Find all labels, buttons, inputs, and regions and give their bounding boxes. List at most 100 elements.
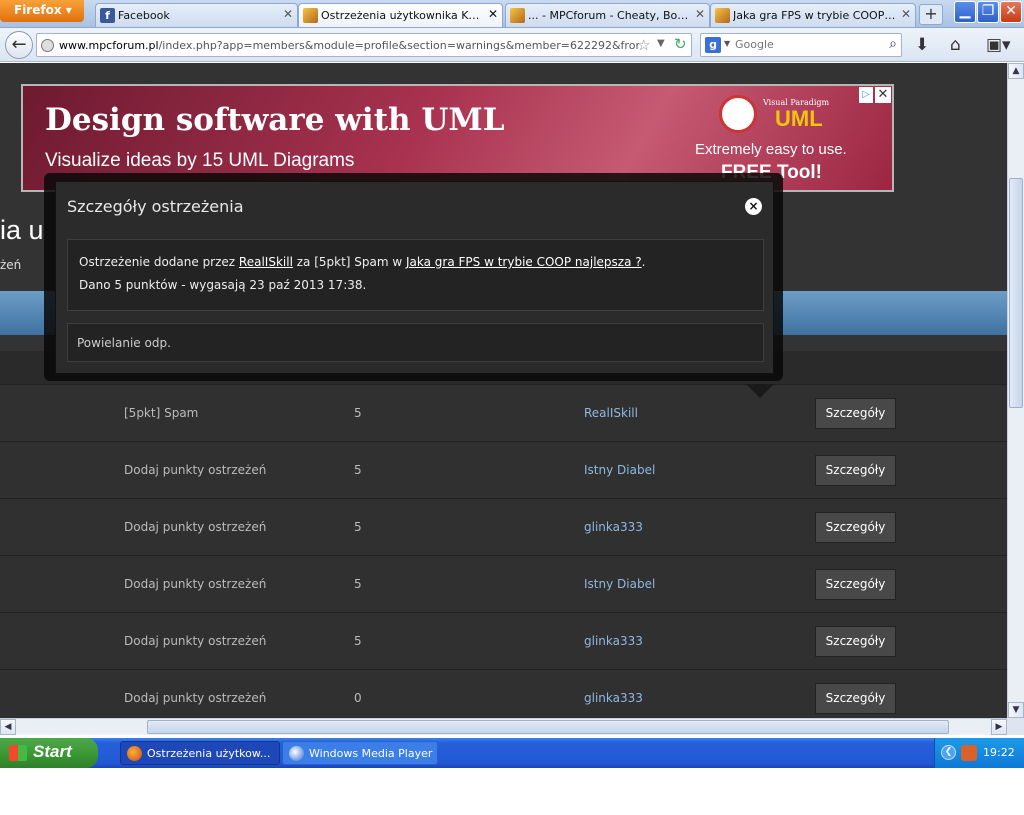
bookmark-star-icon[interactable]: ☆ [637, 36, 650, 54]
details-button[interactable]: Szczegóły [815, 398, 896, 429]
windows-taskbar: Start Ostrzeżenia użytkow... Windows Med… [0, 738, 1024, 768]
mpcforum-icon [715, 8, 730, 23]
modal-close-icon[interactable]: × [745, 198, 762, 215]
search-magnifier-icon[interactable]: ⌕ [889, 36, 897, 52]
details-button[interactable]: Szczegóły [815, 626, 896, 657]
search-bar: g ▼ ⌕ [700, 33, 902, 57]
search-engine-dropdown-icon[interactable]: ▼ [724, 39, 730, 48]
visual-paradigm-logo-icon [719, 95, 757, 133]
moderator-link[interactable]: Istny Diabel [584, 577, 655, 591]
mpcforum-icon [303, 8, 318, 23]
table-row: Dodaj punkty ostrzeżeń 5 glinka333 Szcze… [0, 613, 1007, 670]
warning-points: 5 [354, 406, 362, 420]
close-icon: ✕ [1005, 3, 1017, 19]
system-tray: ❮ 19:22 [934, 738, 1024, 768]
warning-details-modal: Szczegóły ostrzeżenia × Ostrzeżenie doda… [55, 181, 774, 374]
close-tab-icon[interactable]: ✕ [488, 7, 498, 21]
scroll-down-icon[interactable]: ▼ [1008, 702, 1024, 718]
firefox-menu-label: Firefox [14, 3, 62, 17]
close-tab-icon[interactable]: ✕ [695, 7, 705, 21]
warning-reason: Dodaj punkty ostrzeżeń [124, 463, 267, 477]
url-domain: www.mpcforum.pl [59, 39, 159, 52]
show-hidden-icons-chevron-icon[interactable]: ❮ [941, 745, 956, 760]
moderator-link[interactable]: Istny Diabel [584, 463, 655, 477]
details-button[interactable]: Szczegóły [815, 683, 896, 714]
maximize-button[interactable]: ❐ [977, 1, 999, 23]
summary-text: . [641, 255, 646, 269]
warning-points: 5 [354, 463, 362, 477]
close-tab-icon[interactable]: ✕ [283, 7, 293, 21]
warning-reason: Dodaj punkty ostrzeżeń [124, 691, 267, 705]
scroll-left-icon[interactable]: ◀ [0, 719, 16, 735]
ad-subtitle: Visualize ideas by 15 UML Diagrams [45, 150, 355, 171]
tray-app-icon[interactable] [961, 745, 977, 761]
warning-reason: Dodaj punkty ostrzeżeń [124, 634, 267, 648]
reload-icon[interactable]: ↻ [674, 35, 687, 53]
tab-facebook[interactable]: f Facebook ✕ [95, 3, 298, 27]
moderator-link[interactable]: glinka333 [584, 520, 643, 534]
home-icon[interactable]: ⌂ [950, 35, 961, 55]
tab-label: Facebook [118, 9, 170, 22]
media-player-icon [289, 746, 304, 761]
close-tab-icon[interactable]: ✕ [901, 7, 911, 21]
url-text[interactable]: www.mpcforum.pl/index.php?app=members&mo… [59, 39, 639, 52]
page-viewport: Design software with UML Visualize ideas… [0, 63, 1007, 718]
google-icon[interactable]: g [705, 37, 721, 53]
search-input[interactable] [735, 38, 875, 51]
horizontal-scrollbar[interactable]: ◀ ▶ [0, 718, 1007, 735]
details-button[interactable]: Szczegóły [815, 512, 896, 543]
url-history-dropdown-icon[interactable]: ▼ [657, 38, 665, 49]
warnings-table: [5pkt] Spam 5 RealISkill Szczegóły Dodaj… [0, 385, 1007, 718]
plus-icon: + [924, 4, 938, 23]
table-row: Dodaj punkty ostrzeżeń 5 Istny Diabel Sz… [0, 442, 1007, 499]
ad-choices-icon[interactable]: ▷ [859, 87, 873, 103]
warning-points: 0 [354, 691, 362, 705]
scroll-up-icon[interactable]: ▲ [1008, 63, 1024, 79]
firefox-menu-button[interactable]: Firefox ▾ [0, 0, 84, 22]
topic-link[interactable]: Jaka gra FPS w trybie COOP najlepsza ? [406, 255, 642, 269]
vertical-scrollbar[interactable]: ▲ ▼ [1007, 63, 1024, 718]
back-arrow-icon: ← [11, 34, 27, 55]
tab-label: Jaka gra FPS w trybie COOP naj... [733, 9, 897, 22]
issuer-link[interactable]: RealISkill [239, 255, 293, 269]
close-window-button[interactable]: ✕ [1000, 1, 1022, 23]
taskbar-item-media-player[interactable]: Windows Media Player [282, 741, 438, 765]
moderator-link[interactable]: glinka333 [584, 691, 643, 705]
start-button[interactable]: Start [0, 738, 98, 768]
clock[interactable]: 19:22 [983, 746, 1015, 759]
modal-title: Szczegóły ostrzeżenia [67, 197, 244, 216]
tab-warnings[interactable]: Ostrzeżenia użytkownika Kamda... ✕ [298, 3, 503, 27]
tab-mpcforum[interactable]: ... - MPCforum - Cheaty, Boty, ... ✕ [505, 3, 710, 27]
warning-reason: [5pkt] Spam [124, 406, 199, 420]
dropdown-arrow-icon: ▾ [65, 3, 72, 17]
back-button[interactable]: ← [5, 31, 33, 59]
ad-title: Design software with UML [45, 102, 505, 138]
bookmarks-menu-icon[interactable]: ▣▾ [986, 35, 1011, 55]
table-row: [5pkt] Spam 5 RealISkill Szczegóły [0, 385, 1007, 442]
start-label: Start [33, 742, 72, 761]
horizontal-scroll-thumb[interactable] [147, 720, 949, 734]
scroll-right-icon[interactable]: ▶ [991, 719, 1007, 735]
taskbar-item-firefox[interactable]: Ostrzeżenia użytkow... [120, 741, 280, 765]
ad-close-icon[interactable]: ✕ [875, 87, 891, 103]
tab-fps-coop[interactable]: Jaka gra FPS w trybie COOP naj... ✕ [710, 3, 916, 27]
new-tab-button[interactable]: + [919, 4, 943, 25]
warning-expiry-line: Dano 5 punktów - wygasają 23 paź 2013 17… [79, 278, 367, 292]
site-identity-icon[interactable] [41, 39, 54, 52]
minimize-button[interactable]: ▁ [954, 1, 976, 23]
page-subtitle: żeń [0, 258, 22, 272]
moderator-link[interactable]: glinka333 [584, 634, 643, 648]
address-bar[interactable]: www.mpcforum.pl/index.php?app=members&mo… [36, 33, 692, 57]
minimize-icon: ▁ [959, 3, 971, 19]
browser-tab-bar: Firefox ▾ f Facebook ✕ Ostrzeżenia użytk… [0, 0, 1024, 28]
details-button[interactable]: Szczegóły [815, 569, 896, 600]
moderator-link[interactable]: RealISkill [584, 406, 638, 420]
table-row: Dodaj punkty ostrzeżeń 0 glinka333 Szcze… [0, 670, 1007, 718]
mpcforum-icon [510, 8, 525, 23]
details-button[interactable]: Szczegóły [815, 455, 896, 486]
modal-pointer [746, 384, 774, 398]
warning-reason: Dodaj punkty ostrzeżeń [124, 577, 267, 591]
taskbar-item-label: Ostrzeżenia użytkow... [147, 747, 271, 760]
downloads-icon[interactable]: ⬇ [915, 35, 929, 55]
vertical-scroll-thumb[interactable] [1009, 178, 1023, 408]
